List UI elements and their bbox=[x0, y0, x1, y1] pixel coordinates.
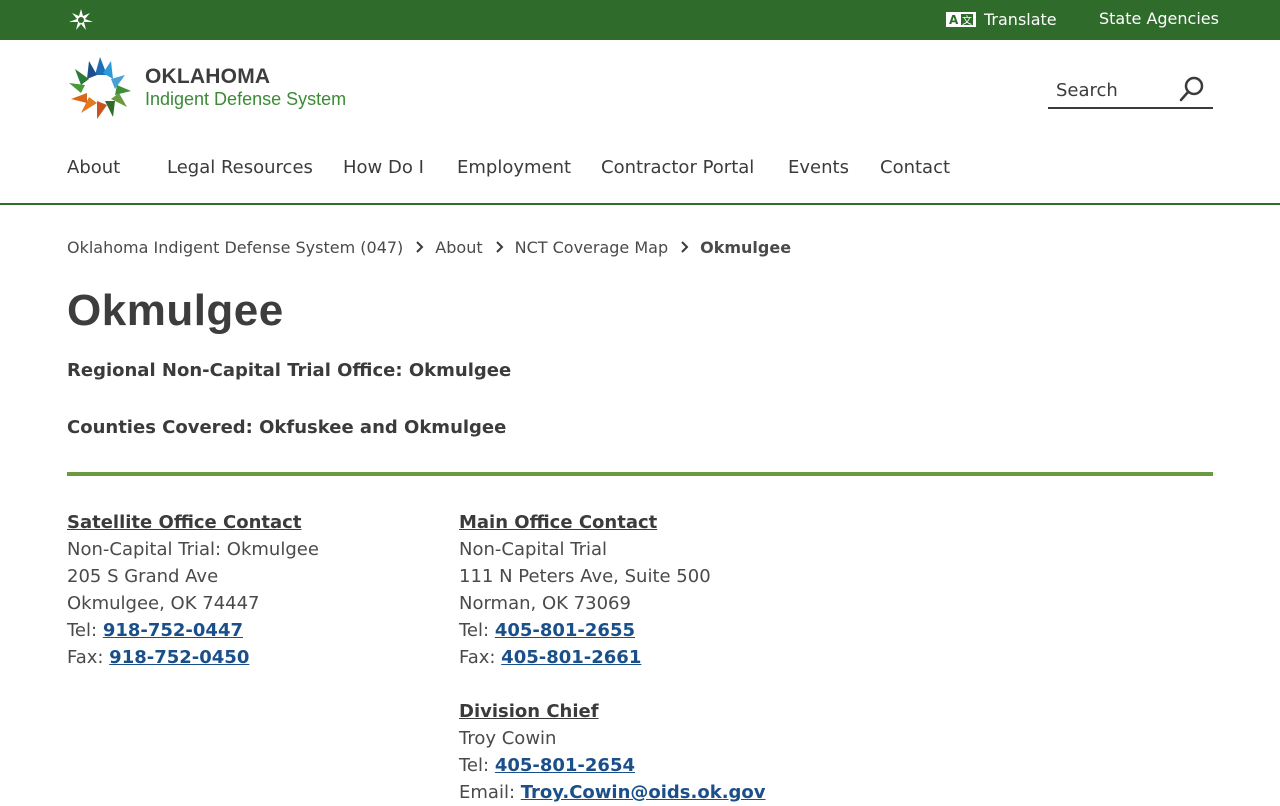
division-chief-heading: Division Chief bbox=[459, 701, 599, 722]
breadcrumb-about[interactable]: About bbox=[435, 238, 482, 257]
translate-icon: A 文 bbox=[946, 11, 976, 27]
main-office-fax-link[interactable]: 405-801-2661 bbox=[501, 647, 641, 668]
counties-line: Counties Covered: Okfuskee and Okmulgee bbox=[67, 417, 507, 438]
logo-line-oklahoma: OKLAHOMA bbox=[145, 65, 271, 88]
fax-label: Fax: bbox=[459, 647, 502, 668]
nav-how-do-i[interactable]: How Do I bbox=[343, 157, 424, 178]
nav-about[interactable]: About bbox=[67, 157, 120, 178]
search-input[interactable] bbox=[1054, 75, 1178, 105]
breadcrumb-nct-coverage-map[interactable]: NCT Coverage Map bbox=[515, 238, 669, 257]
office-line: Regional Non-Capital Trial Office: Okmul… bbox=[67, 360, 512, 381]
tel-label: Tel: bbox=[67, 620, 103, 641]
satellite-tel-link[interactable]: 918-752-0447 bbox=[103, 620, 243, 641]
fax-label: Fax: bbox=[67, 647, 110, 668]
svg-text:文: 文 bbox=[962, 14, 972, 27]
state-agencies-link[interactable]: State Agencies bbox=[1099, 9, 1219, 28]
section-divider bbox=[67, 472, 1213, 476]
satellite-city: Okmulgee, OK 74447 bbox=[67, 593, 260, 614]
main-office-name: Non-Capital Trial bbox=[459, 539, 607, 560]
breadcrumb-home[interactable]: Oklahoma Indigent Defense System (047) bbox=[67, 238, 403, 257]
chevron-right-icon bbox=[416, 241, 424, 253]
main-office-tel-row: Tel: 405-801-2655 bbox=[459, 617, 766, 644]
satellite-fax-link[interactable]: 918-752-0450 bbox=[109, 647, 249, 668]
translate-label: Translate bbox=[984, 9, 1057, 29]
main-office-fax-row: Fax: 405-801-2661 bbox=[459, 644, 766, 671]
division-chief-tel-row: Tel: 405-801-2654 bbox=[459, 752, 766, 779]
search-box bbox=[1048, 73, 1213, 109]
satellite-tel-row: Tel: 918-752-0447 bbox=[67, 617, 319, 644]
main-office-street: 111 N Peters Ave, Suite 500 bbox=[459, 566, 711, 587]
nav-employment[interactable]: Employment bbox=[457, 157, 571, 178]
chevron-right-icon bbox=[681, 241, 689, 253]
breadcrumb: Oklahoma Indigent Defense System (047) A… bbox=[67, 236, 791, 258]
satellite-office-contact: Satellite Office Contact Non-Capital Tri… bbox=[67, 509, 319, 671]
tel-label: Tel: bbox=[459, 755, 495, 776]
nav-contractor-portal[interactable]: Contractor Portal bbox=[601, 157, 754, 178]
division-chief-tel-link[interactable]: 405-801-2654 bbox=[495, 755, 635, 776]
division-chief-email-row: Email: Troy.Cowin@oids.ok.gov bbox=[459, 779, 766, 806]
oklahoma-star-icon[interactable] bbox=[69, 9, 93, 31]
search-icon[interactable] bbox=[1179, 76, 1205, 102]
top-utility-bar: A 文 Translate State Agencies bbox=[0, 0, 1280, 40]
division-chief-name: Troy Cowin bbox=[459, 728, 557, 749]
main-office-tel-link[interactable]: 405-801-2655 bbox=[495, 620, 635, 641]
logo-line-agency: Indigent Defense System bbox=[145, 89, 347, 109]
translate-button[interactable]: A 文 Translate bbox=[946, 8, 1057, 30]
main-office-heading: Main Office Contact bbox=[459, 512, 658, 533]
satellite-fax-row: Fax: 918-752-0450 bbox=[67, 644, 319, 671]
tel-label: Tel: bbox=[459, 620, 495, 641]
satellite-street: 205 S Grand Ave bbox=[67, 566, 219, 587]
main-office-city: Norman, OK 73069 bbox=[459, 593, 631, 614]
oids-star-logo-icon bbox=[69, 57, 131, 119]
satellite-heading: Satellite Office Contact bbox=[67, 512, 302, 533]
breadcrumb-current: Okmulgee bbox=[700, 237, 792, 257]
satellite-name: Non-Capital Trial: Okmulgee bbox=[67, 539, 319, 560]
nav-events[interactable]: Events bbox=[788, 157, 849, 178]
site-header: OKLAHOMA Indigent Defense System About L… bbox=[0, 40, 1280, 205]
site-logo[interactable]: OKLAHOMA Indigent Defense System bbox=[67, 55, 367, 123]
main-office-contact: Main Office Contact Non-Capital Trial 11… bbox=[459, 509, 766, 806]
chevron-right-icon bbox=[495, 241, 504, 253]
nav-contact[interactable]: Contact bbox=[880, 157, 950, 178]
page-title: Okmulgee bbox=[67, 286, 284, 335]
svg-text:A: A bbox=[949, 13, 959, 27]
nav-legal-resources[interactable]: Legal Resources bbox=[167, 157, 313, 178]
